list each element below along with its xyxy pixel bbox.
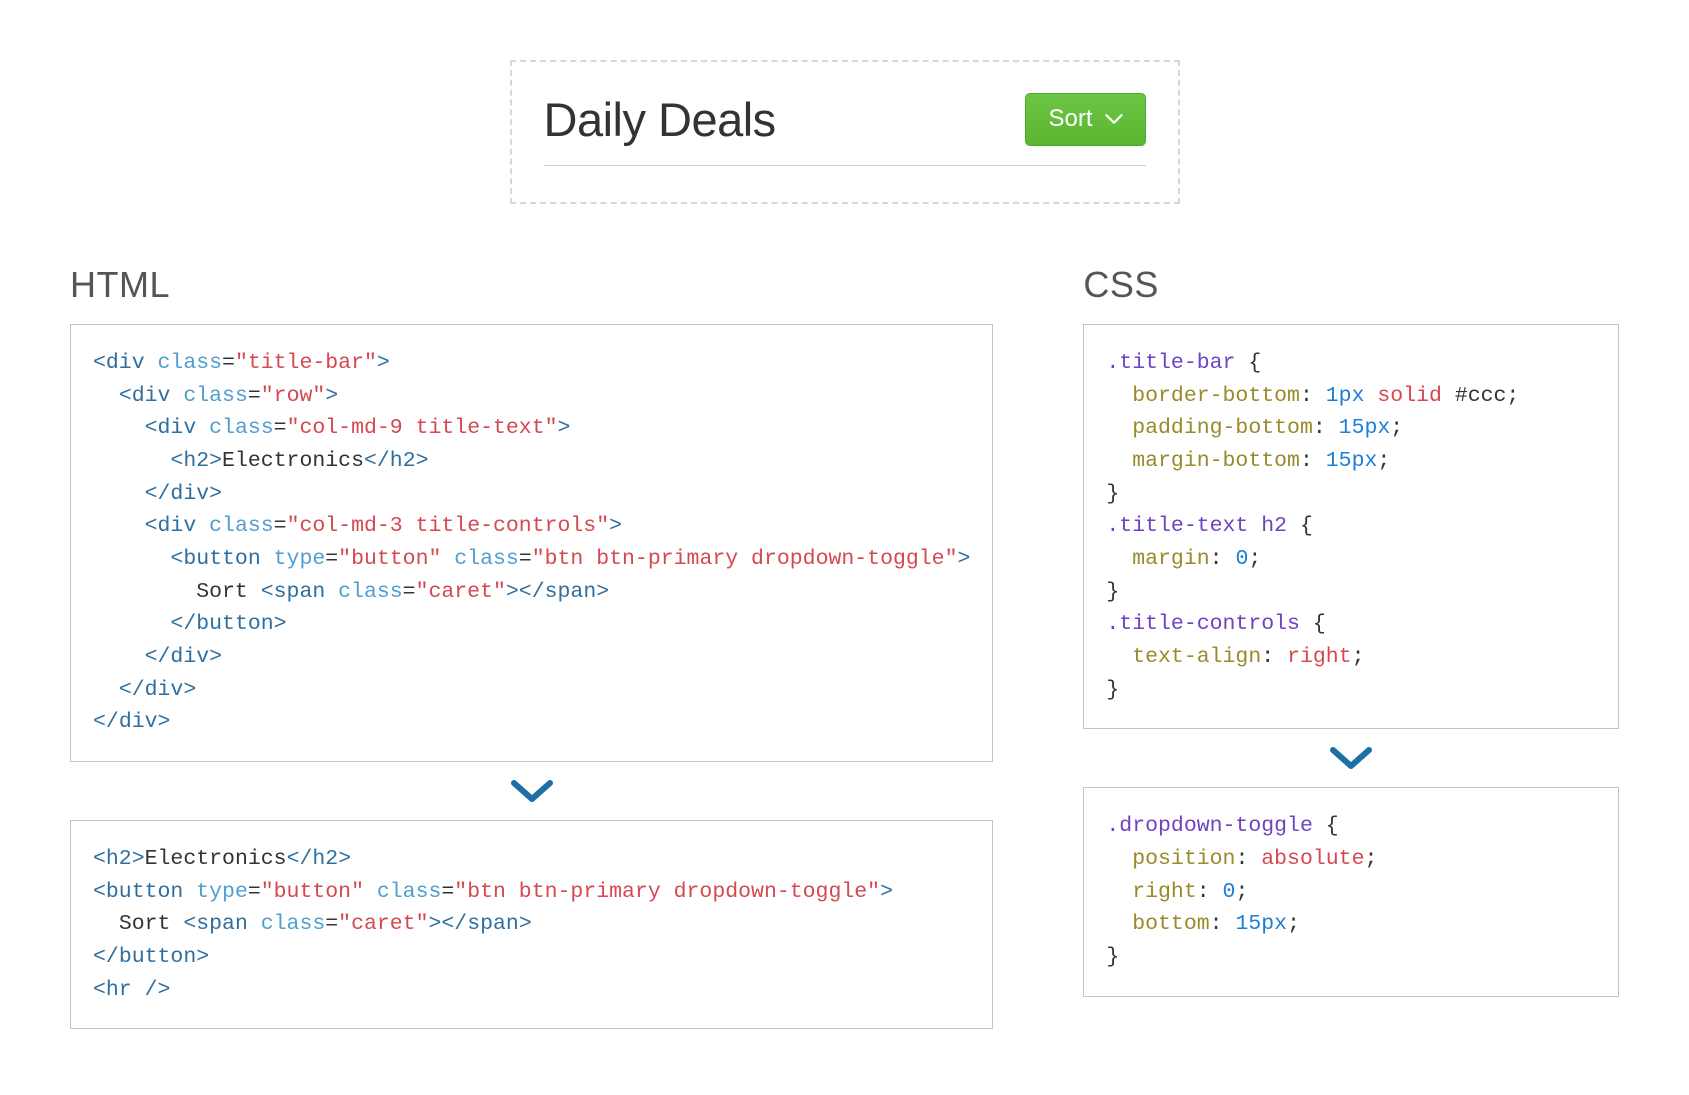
code-columns: HTML <div class="title-bar"> <div class=… [70, 264, 1619, 1029]
html-code-after: <h2>Electronics</h2> <button type="butto… [70, 820, 993, 1029]
arrow-down-icon [1083, 729, 1619, 787]
arrow-down-icon [70, 762, 993, 820]
html-heading: HTML [70, 264, 993, 306]
chevron-down-icon [1105, 113, 1123, 125]
sort-button-label: Sort [1048, 105, 1092, 133]
page-title: Daily Deals [544, 92, 776, 147]
html-code-before: <div class="title-bar"> <div class="row"… [70, 324, 993, 762]
title-bar: Daily Deals Sort [544, 92, 1146, 166]
html-column: HTML <div class="title-bar"> <div class=… [70, 264, 993, 1029]
css-column: CSS .title-bar { border-bottom: 1px soli… [1083, 264, 1619, 1029]
css-code-before: .title-bar { border-bottom: 1px solid #c… [1083, 324, 1619, 729]
css-code-after: .dropdown-toggle { position: absolute; r… [1083, 787, 1619, 996]
css-heading: CSS [1083, 264, 1619, 306]
preview-wrapper: Daily Deals Sort [70, 60, 1619, 204]
page: Daily Deals Sort HTML <div class="title-… [0, 0, 1689, 1095]
sort-button[interactable]: Sort [1025, 93, 1145, 146]
preview-card: Daily Deals Sort [510, 60, 1180, 204]
